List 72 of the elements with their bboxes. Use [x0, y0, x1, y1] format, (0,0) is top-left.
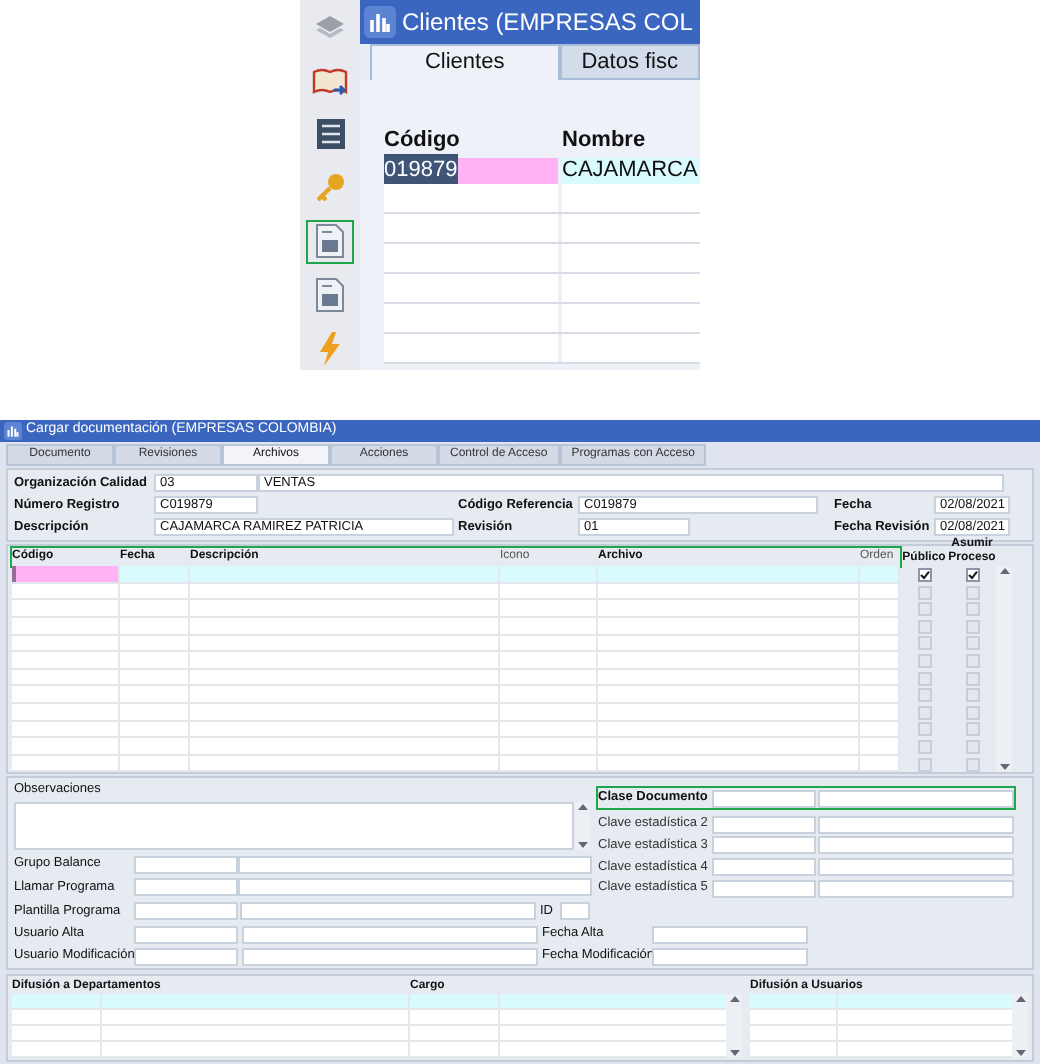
- table-row[interactable]: [12, 704, 900, 722]
- form-icon: [316, 277, 344, 312]
- table-row[interactable]: [12, 600, 900, 619]
- text-field[interactable]: [652, 947, 808, 965]
- table-cell[interactable]: [384, 183, 558, 211]
- text-field[interactable]: [712, 858, 816, 876]
- text-field[interactable]: [818, 879, 1014, 898]
- text-field[interactable]: [134, 947, 238, 965]
- table-cell[interactable]: [562, 273, 700, 301]
- book-icon: [312, 65, 348, 98]
- text-field[interactable]: [712, 815, 816, 833]
- text-field[interactable]: [712, 879, 816, 898]
- table-row[interactable]: [12, 686, 900, 704]
- text-field[interactable]: [242, 947, 538, 965]
- scrollbar[interactable]: [574, 802, 590, 851]
- text-field[interactable]: [240, 902, 536, 920]
- checkbox[interactable]: [917, 568, 931, 583]
- table-cell[interactable]: [384, 273, 558, 301]
- scroll-down-icon[interactable]: [1015, 1049, 1025, 1056]
- scroll-up-icon[interactable]: [729, 995, 739, 1002]
- checklist-icon: [315, 118, 345, 151]
- text-field[interactable]: [134, 855, 238, 873]
- scrollbar[interactable]: [996, 566, 1012, 773]
- lightning-icon: [318, 331, 342, 366]
- app-icon: [364, 6, 396, 38]
- table-cell[interactable]: [562, 183, 700, 211]
- tab[interactable]: Clientes: [370, 44, 560, 80]
- table-cell[interactable]: [384, 213, 558, 241]
- text-field[interactable]: [818, 815, 1014, 833]
- scrollbar[interactable]: [1012, 993, 1028, 1058]
- table-cell[interactable]: 019879: [384, 157, 558, 183]
- layers-icon: [314, 11, 346, 44]
- table-cell[interactable]: [384, 333, 558, 361]
- table-cell[interactable]: [562, 303, 700, 331]
- text-field[interactable]: [134, 925, 238, 944]
- table-cell[interactable]: CAJAMARCA: [562, 157, 700, 183]
- table-row[interactable]: [12, 618, 900, 636]
- table-cell[interactable]: [562, 243, 700, 271]
- toolbar-button[interactable]: [306, 219, 354, 264]
- form-icon: [316, 224, 344, 259]
- text-field[interactable]: [560, 902, 590, 920]
- text-field[interactable]: [238, 855, 592, 873]
- table-cell[interactable]: [562, 333, 700, 361]
- key-icon: [314, 171, 346, 204]
- text-field[interactable]: [242, 925, 538, 944]
- text-field[interactable]: [818, 858, 1014, 876]
- table-cell[interactable]: [562, 213, 700, 241]
- scroll-down-icon[interactable]: [577, 842, 587, 849]
- scroll-up-icon[interactable]: [1015, 995, 1025, 1002]
- text-field[interactable]: [712, 836, 816, 855]
- scroll-down-icon[interactable]: [999, 764, 1009, 771]
- scroll-up-icon[interactable]: [577, 804, 587, 811]
- text-field[interactable]: [134, 878, 238, 897]
- column-header: Nombre: [562, 126, 646, 156]
- text-field[interactable]: [818, 789, 1014, 808]
- column-header: Código: [384, 126, 462, 156]
- table-row[interactable]: [12, 652, 900, 670]
- table-row[interactable]: [12, 738, 900, 756]
- text-field[interactable]: [652, 925, 808, 944]
- text-field[interactable]: [134, 902, 238, 920]
- window-title: Clientes (EMPRESAS COL: [402, 6, 693, 40]
- text-field[interactable]: [238, 878, 592, 897]
- scrollbar[interactable]: [726, 993, 742, 1058]
- scroll-up-icon[interactable]: [999, 568, 1009, 575]
- tab[interactable]: Datos fisc: [559, 44, 700, 80]
- table-cell[interactable]: [384, 243, 558, 271]
- scroll-down-icon[interactable]: [729, 1049, 739, 1056]
- table-cell[interactable]: [384, 303, 558, 331]
- text-field[interactable]: [818, 836, 1014, 855]
- text-field[interactable]: [712, 789, 816, 808]
- checkbox[interactable]: [965, 568, 979, 583]
- table-row[interactable]: [12, 566, 900, 584]
